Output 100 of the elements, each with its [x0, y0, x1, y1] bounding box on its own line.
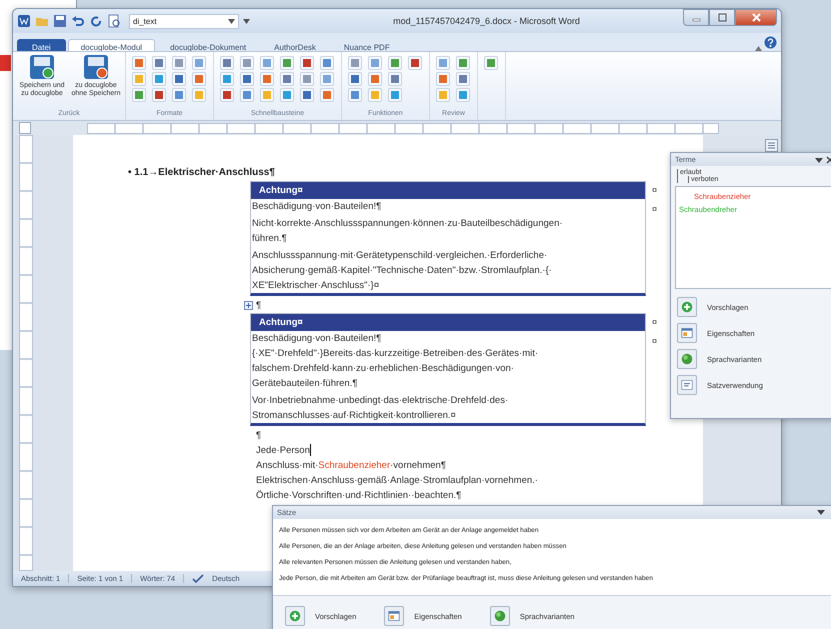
- ribbon-tab[interactable]: docuglobe-Dokument: [157, 39, 260, 51]
- tool-button[interactable]: [240, 72, 254, 86]
- dropdown-caret-icon[interactable]: [815, 156, 823, 164]
- proofing-icon[interactable]: [192, 574, 204, 584]
- square-icon: [194, 58, 204, 68]
- tool-button[interactable]: [260, 72, 274, 86]
- tool-button[interactable]: [192, 72, 206, 86]
- tool-button[interactable]: [260, 56, 274, 70]
- tool-button[interactable]: [192, 56, 206, 70]
- square-icon: [486, 58, 496, 68]
- tool-button[interactable]: [280, 56, 294, 70]
- close-icon: [752, 13, 760, 22]
- square-icon: [242, 90, 252, 100]
- square-icon: [222, 90, 232, 100]
- square-icon: [174, 74, 184, 84]
- tool-button[interactable]: [320, 72, 334, 86]
- tool-button[interactable]: [220, 72, 234, 86]
- tool-button[interactable]: [320, 56, 334, 70]
- paragraph-text: Vor·Inbetriebnahme·unbedingt·das·elektrische·Drehfeld·des· Stromanschlusses·auf·Richtigkeit·kontrollieren.¤: [251, 394, 510, 423]
- tool-button[interactable]: [172, 72, 186, 86]
- square-icon: [350, 74, 360, 84]
- word-icon[interactable]: [17, 14, 31, 28]
- tool-button[interactable]: [348, 56, 362, 70]
- square-icon: [302, 90, 312, 100]
- tool-button[interactable]: [368, 56, 382, 70]
- tool-button[interactable]: [132, 88, 146, 102]
- ruler-toggle-icon[interactable]: [765, 139, 778, 152]
- tool-button[interactable]: [152, 88, 166, 102]
- logo-icon: [0, 55, 11, 71]
- move-handle-icon[interactable]: [244, 301, 253, 310]
- tool-button[interactable]: [368, 72, 382, 86]
- square-icon: [390, 74, 400, 84]
- tool-button[interactable]: [320, 88, 334, 102]
- properties-icon: [681, 327, 693, 339]
- square-icon: [154, 90, 164, 100]
- tool-button[interactable]: [152, 72, 166, 86]
- tool-button[interactable]: [388, 56, 402, 70]
- tool-button[interactable]: [220, 56, 234, 70]
- warning-header: Achtung¤: [251, 182, 645, 199]
- square-icon: [282, 58, 292, 68]
- square-icon: [222, 74, 232, 84]
- tool-button[interactable]: [456, 88, 470, 102]
- paragraph-text: Anschlussspannung·mit·Gerätetypenschild·vergleichen.·Erforderliche· Absicherung·gemäß·Kapitel·"Technische·Daten"·bzw.·Stromlaufplan.·{· XE"Elektrischer·Anschluss"·}¤: [251, 249, 553, 293]
- template-combo[interactable]: di_text: [129, 14, 239, 28]
- tool-button[interactable]: [280, 72, 294, 86]
- tool-button[interactable]: [436, 56, 450, 70]
- tool-button[interactable]: [436, 72, 450, 86]
- undo-icon[interactable]: [71, 14, 85, 28]
- tool-button[interactable]: [172, 88, 186, 102]
- tool-button[interactable]: [456, 56, 470, 70]
- tool-button[interactable]: [172, 56, 186, 70]
- tool-button[interactable]: [388, 88, 402, 102]
- tool-button[interactable]: [300, 72, 314, 86]
- tool-button[interactable]: [132, 56, 146, 70]
- tool-button[interactable]: [456, 72, 470, 86]
- square-icon: [154, 74, 164, 84]
- square-icon: [222, 58, 232, 68]
- dropdown-caret-icon: [228, 18, 235, 24]
- print-preview-icon[interactable]: [107, 14, 121, 28]
- warning-header: Achtung¤: [251, 314, 645, 331]
- square-icon: [242, 58, 252, 68]
- square-icon: [134, 58, 144, 68]
- tool-button[interactable]: [348, 88, 362, 102]
- ribbon-tab[interactable]: Nuance PDF: [330, 39, 403, 51]
- tool-button[interactable]: [152, 56, 166, 70]
- tool-button[interactable]: [388, 72, 402, 86]
- square-icon: [174, 58, 184, 68]
- close-button[interactable]: [735, 9, 777, 26]
- tool-button[interactable]: [280, 88, 294, 102]
- square-icon: [302, 74, 312, 84]
- save-icon[interactable]: [53, 14, 67, 28]
- maximize-button[interactable]: [709, 9, 735, 26]
- redo-icon[interactable]: [89, 14, 103, 28]
- ribbon-tab[interactable]: docuglobe-Modul: [68, 39, 156, 51]
- customize-caret-icon[interactable]: [243, 18, 250, 24]
- dropdown-caret-icon[interactable]: [817, 508, 825, 516]
- tool-button[interactable]: [220, 88, 234, 102]
- paragraph-text: Jede·Person: [256, 443, 311, 458]
- square-icon: [134, 74, 144, 84]
- tool-button[interactable]: [300, 56, 314, 70]
- tool-button[interactable]: [300, 88, 314, 102]
- tool-button[interactable]: [240, 88, 254, 102]
- square-icon: [350, 58, 360, 68]
- tool-button[interactable]: [408, 56, 422, 70]
- row-end-mark: ¤: [652, 185, 657, 195]
- ribbon-tab[interactable]: AuthorDesk: [261, 39, 329, 51]
- paragraph-text: Beschädigung·von·Bauteilen!¶: [251, 200, 382, 214]
- tool-button[interactable]: [484, 56, 498, 70]
- square-icon: [322, 74, 332, 84]
- tool-button[interactable]: [348, 72, 362, 86]
- square-icon: [438, 74, 448, 84]
- row-end-mark: ¤: [652, 204, 657, 214]
- help-icon[interactable]: [764, 36, 777, 48]
- tool-button[interactable]: [240, 56, 254, 70]
- paragraph-text: Beschädigung·von·Bauteilen!¶ {·XE"·Drehfeld"·}Bereits·das·kurzzeitige·Betreiben·des·Gerätes·mit· falschem·Drehfeld·kann·zu·erheblichen·Beschädigungen·von· Gerätebauteilen·führen.¶: [251, 332, 540, 391]
- file-tab[interactable]: Datei: [17, 39, 66, 51]
- square-icon: [438, 58, 448, 68]
- tab-selector[interactable]: [19, 122, 31, 134]
- square-icon: [134, 90, 144, 100]
- square-icon: [194, 74, 204, 84]
